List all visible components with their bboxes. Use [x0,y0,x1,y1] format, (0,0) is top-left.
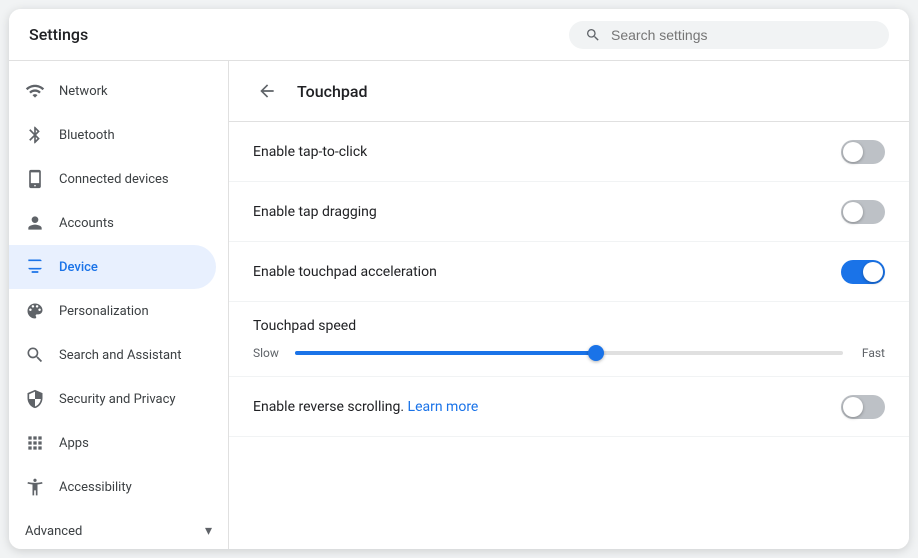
sidebar-label-advanced: Advanced [25,524,82,539]
sidebar-item-search-assistant[interactable]: Search and Assistant [9,333,216,377]
bluetooth-icon [25,125,45,145]
reverse-scrolling-label: Enable reverse scrolling. Learn more [253,399,478,415]
setting-row-touchpad-acceleration: Enable touchpad acceleration [229,242,909,302]
sidebar-label-apps: Apps [59,436,89,451]
sidebar-item-device[interactable]: Device [9,245,216,289]
tap-to-click-knob [843,142,863,162]
security-privacy-icon [25,389,45,409]
touchpad-speed-label: Touchpad speed [253,318,885,334]
search-bar[interactable] [569,21,889,49]
setting-row-reverse-scrolling: Enable reverse scrolling. Learn more [229,377,909,437]
learn-more-link[interactable]: Learn more [408,399,479,415]
setting-row-tap-to-click: Enable tap-to-click [229,122,909,182]
tap-to-click-toggle[interactable] [841,140,885,164]
touchpad-acceleration-label: Enable touchpad acceleration [253,264,437,280]
sidebar-item-connected-devices[interactable]: Connected devices [9,157,216,201]
sidebar-label-security-privacy: Security and Privacy [59,392,176,407]
sidebar-item-apps[interactable]: Apps [9,421,216,465]
tap-dragging-toggle[interactable] [841,200,885,224]
slider-fill [295,351,596,355]
sidebar-item-network[interactable]: Network [9,69,216,113]
sidebar-item-accessibility[interactable]: Accessibility [9,465,216,509]
connected-devices-icon [25,169,45,189]
slider-container: Slow Fast [253,346,885,360]
network-icon [25,81,45,101]
slider-thumb[interactable] [588,345,604,361]
sidebar-label-accounts: Accounts [59,216,114,231]
slider-slow-label: Slow [253,346,283,360]
sidebar-label-accessibility: Accessibility [59,480,132,495]
touchpad-speed-slider[interactable] [295,351,843,355]
main-header: Touchpad [229,61,909,122]
app-title: Settings [29,25,88,44]
sidebar-label-bluetooth: Bluetooth [59,128,115,143]
search-icon [585,27,601,43]
sidebar-label-search-assistant: Search and Assistant [59,348,182,363]
sidebar-label-device: Device [59,260,98,275]
sidebar-item-personalization[interactable]: Personalization [9,289,216,333]
sidebar-item-bluetooth[interactable]: Bluetooth [9,113,216,157]
advanced-arrow-icon: ▾ [205,523,212,539]
search-input[interactable] [611,27,873,43]
settings-window: Settings Network [9,9,909,549]
apps-icon [25,433,45,453]
reverse-scrolling-toggle[interactable] [841,395,885,419]
page-title: Touchpad [297,82,368,101]
sidebar-label-network: Network [59,84,108,99]
touchpad-acceleration-knob [863,262,883,282]
slider-fast-label: Fast [855,346,885,360]
sidebar-item-advanced[interactable]: Advanced ▾ [9,509,228,549]
header: Settings [9,9,909,61]
body: Network Bluetooth Connected device [9,61,909,549]
personalization-icon [25,301,45,321]
tap-dragging-knob [843,202,863,222]
sidebar-label-connected-devices: Connected devices [59,172,169,187]
device-icon [25,257,45,277]
sidebar-label-personalization: Personalization [59,304,149,319]
reverse-scrolling-knob [843,397,863,417]
tap-dragging-label: Enable tap dragging [253,204,377,220]
sidebar: Network Bluetooth Connected device [9,61,229,549]
accessibility-icon [25,477,45,497]
touchpad-acceleration-toggle[interactable] [841,260,885,284]
sidebar-item-accounts[interactable]: Accounts [9,201,216,245]
back-button[interactable] [253,77,281,105]
accounts-icon [25,213,45,233]
main-content: Touchpad Enable tap-to-click Enable tap … [229,61,909,549]
search-assistant-icon [25,345,45,365]
touchpad-speed-section: Touchpad speed Slow Fast [229,302,909,377]
sidebar-item-security-privacy[interactable]: Security and Privacy [9,377,216,421]
tap-to-click-label: Enable tap-to-click [253,144,367,160]
setting-row-tap-dragging: Enable tap dragging [229,182,909,242]
